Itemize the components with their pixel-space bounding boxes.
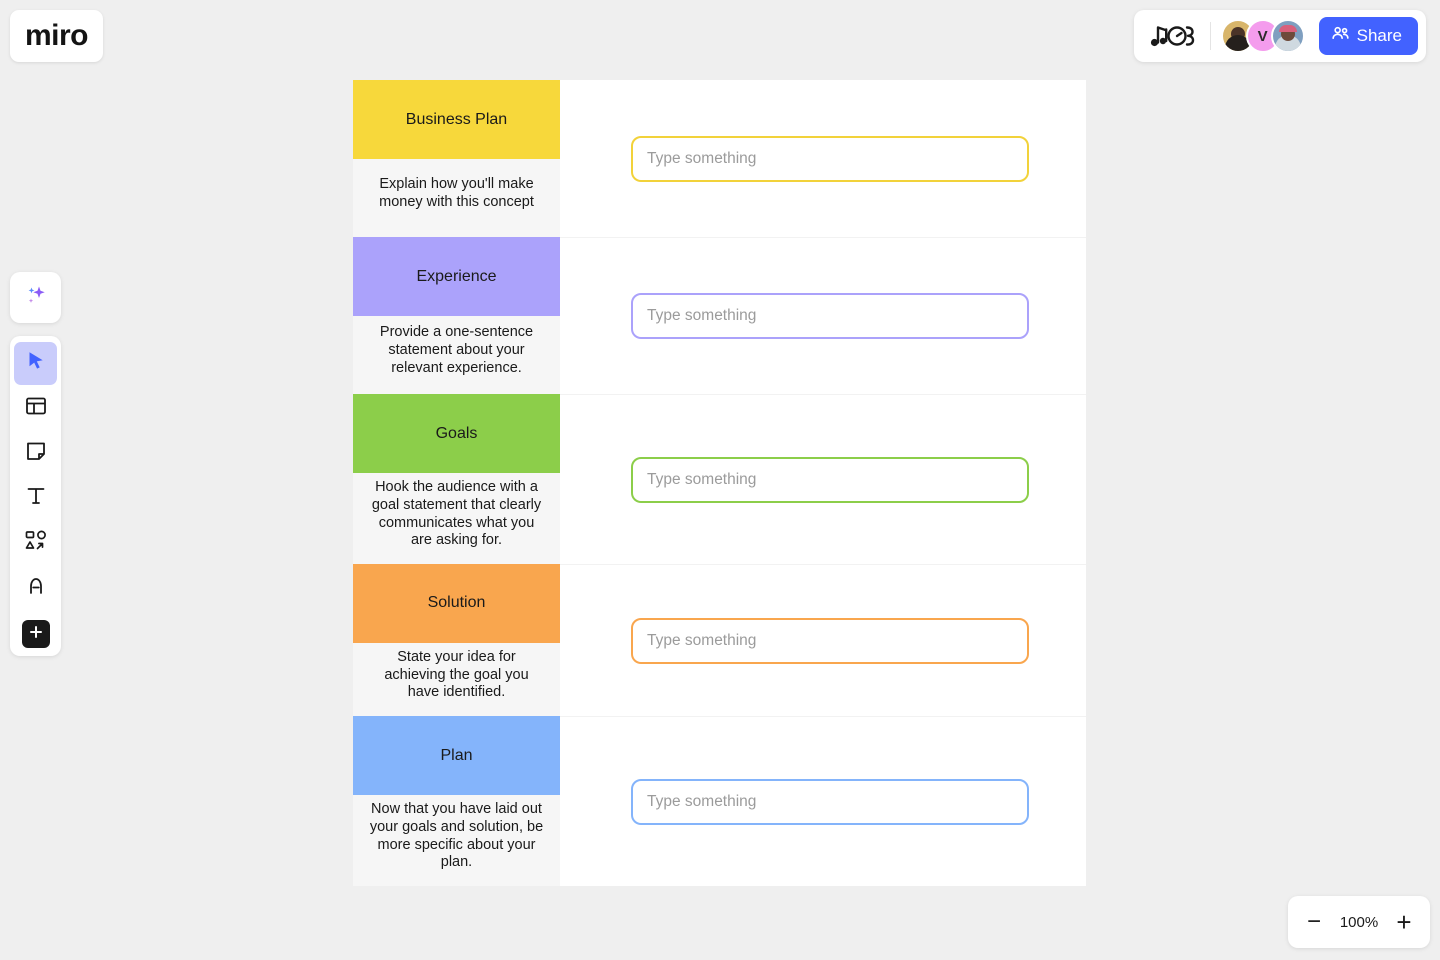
answer-cell — [560, 394, 1086, 564]
answer-input[interactable] — [631, 135, 1029, 182]
zoom-out-button[interactable]: − — [1294, 902, 1334, 942]
template-tool[interactable] — [14, 387, 57, 430]
category-column: Goals Hook the audience with a goal stat… — [353, 394, 560, 564]
category-title: Goals — [435, 424, 478, 442]
plus-icon: + — [1396, 907, 1412, 937]
more-apps-tool[interactable] — [21, 620, 50, 648]
board-row: Plan Now that you have laid out your goa… — [353, 716, 1086, 886]
category-column: Business Plan Explain how you'll make mo… — [353, 80, 560, 237]
avatar[interactable] — [1270, 19, 1305, 53]
share-button[interactable]: Share — [1318, 17, 1418, 55]
board-canvas: Business Plan Explain how you'll make mo… — [353, 80, 1086, 886]
cursor-select-icon — [25, 350, 47, 377]
music-notes-doodle-icon[interactable] — [1148, 21, 1200, 51]
shapes-tool[interactable] — [14, 522, 57, 565]
template-frame-icon — [24, 394, 48, 423]
pen-tool[interactable] — [14, 567, 57, 610]
collaborator-avatars: V — [1220, 19, 1305, 53]
category-title: Solution — [427, 594, 486, 612]
answer-cell — [560, 564, 1086, 716]
category-description: State your idea for achieving the goal y… — [384, 648, 529, 701]
answer-cell — [560, 237, 1086, 394]
answer-cell — [560, 716, 1086, 886]
answer-cell — [560, 80, 1086, 237]
category-description-wrap: Hook the audience with a goal statement … — [353, 473, 560, 564]
text-icon — [24, 484, 48, 513]
zoom-in-button[interactable]: + — [1384, 902, 1424, 942]
sticky-note-tool[interactable] — [14, 432, 57, 475]
answer-input[interactable] — [631, 778, 1029, 825]
category-description: Hook the audience with a goal statement … — [371, 479, 542, 549]
text-tool[interactable] — [14, 477, 57, 520]
zoom-level-label[interactable]: 100% — [1336, 914, 1382, 931]
topbar: V Share — [1133, 10, 1426, 62]
answer-input[interactable] — [631, 617, 1029, 664]
category-description-wrap: State your idea for achieving the goal y… — [353, 643, 560, 716]
category-header[interactable]: Solution — [353, 564, 560, 643]
ai-assistant-button[interactable] — [10, 272, 61, 323]
category-title: Business Plan — [405, 110, 508, 128]
shapes-connector-icon — [24, 529, 48, 558]
miro-board-app: miro V Share Business Plan Explain how y… — [0, 0, 1440, 960]
category-column: Plan Now that you have laid out your goa… — [353, 716, 560, 886]
miro-logo[interactable]: miro — [10, 10, 103, 62]
miro-logo-text: miro — [24, 19, 89, 52]
left-toolbar — [10, 336, 61, 656]
select-tool[interactable] — [14, 342, 57, 385]
sparkles-icon — [23, 282, 49, 313]
plus-icon — [28, 624, 44, 645]
board-row: Business Plan Explain how you'll make mo… — [353, 80, 1086, 237]
category-description: Now that you have laid out your goals an… — [369, 801, 544, 871]
category-title: Plan — [440, 746, 473, 764]
people-icon — [1331, 24, 1350, 48]
board-row: Goals Hook the audience with a goal stat… — [353, 394, 1086, 564]
category-description: Explain how you'll make money with this … — [379, 176, 534, 210]
avatar-initial: V — [1257, 27, 1268, 45]
category-description-wrap: Explain how you'll make money with this … — [353, 159, 560, 237]
category-header[interactable]: Experience — [353, 237, 560, 316]
zoom-control: − 100% + — [1288, 896, 1430, 948]
sticky-note-icon — [24, 439, 48, 468]
category-description-wrap: Provide a one-sentence statement about y… — [353, 316, 560, 394]
category-title: Experience — [416, 267, 497, 285]
category-column: Experience Provide a one-sentence statem… — [353, 237, 560, 394]
share-button-label: Share — [1356, 26, 1402, 45]
category-description: Provide a one-sentence statement about y… — [379, 324, 534, 376]
category-header[interactable]: Goals — [353, 394, 560, 473]
board-row: Experience Provide a one-sentence statem… — [353, 237, 1086, 394]
answer-input[interactable] — [631, 456, 1029, 503]
pen-icon — [24, 574, 48, 603]
board-row: Solution State your idea for achieving t… — [353, 564, 1086, 716]
category-column: Solution State your idea for achieving t… — [353, 564, 560, 716]
answer-input[interactable] — [631, 293, 1029, 339]
topbar-divider — [1209, 22, 1211, 50]
minus-icon: − — [1306, 908, 1321, 935]
category-header[interactable]: Business Plan — [353, 80, 560, 159]
category-header[interactable]: Plan — [353, 716, 560, 795]
category-description-wrap: Now that you have laid out your goals an… — [353, 795, 560, 886]
